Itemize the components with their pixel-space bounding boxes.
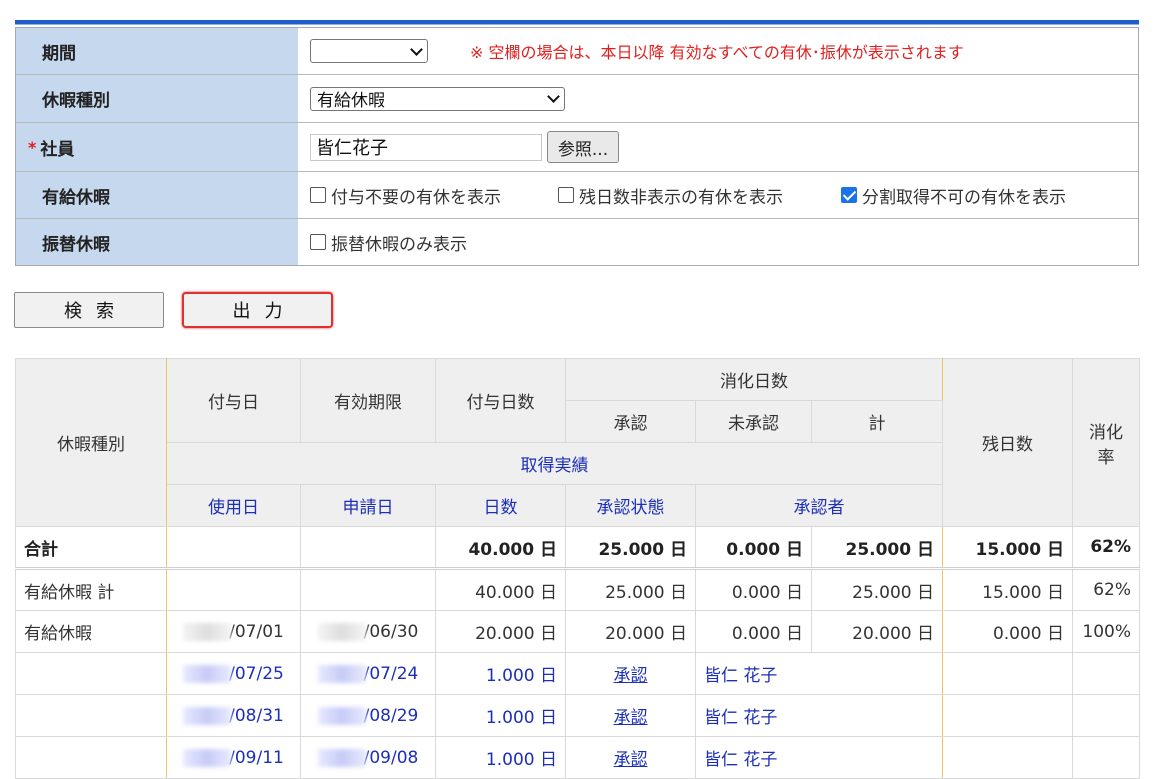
usage-row: /09/11 /09/08 1.000 日 承認 皆仁 花子 <box>15 736 1141 779</box>
substitute-only-checkbox[interactable]: 振替休暇のみ表示 <box>310 230 467 255</box>
checkbox-checked-icon[interactable] <box>841 187 857 203</box>
checkbox-icon[interactable] <box>310 187 326 203</box>
redacted-year <box>183 706 232 725</box>
redacted-year <box>183 664 232 683</box>
grant-row: 有給休暇 /07/01 /06/30 20.000 日 20.000 日 0.0… <box>15 610 1141 653</box>
usage-row: /08/31 /08/29 1.000 日 承認 皆仁 花子 <box>15 694 1141 737</box>
col-total: 計 <box>810 400 944 443</box>
period-row: 期間 ※ 空欄の場合は、本日以降 有効なすべての有休･振休が表示されます <box>16 28 1138 74</box>
required-mark: * <box>28 137 37 157</box>
leave-type-label: 休暇種別 <box>16 75 298 122</box>
substitute-leave-row: 振替休暇 振替休暇のみ表示 <box>16 218 1138 265</box>
search-form: 期間 ※ 空欄の場合は、本日以降 有効なすべての有休･振休が表示されます 休暇種… <box>15 27 1139 266</box>
usage-row: /07/25 /07/24 1.000 日 承認 皆仁 花子 <box>15 652 1141 695</box>
checkbox-icon[interactable] <box>310 234 326 250</box>
redacted-year <box>183 748 232 767</box>
result-table: 休暇種別 付与日 有効期限 付与日数 消化日数 残日数 消化率 承認 未承認 計… <box>15 358 1141 779</box>
show-hidden-remaining-checkbox[interactable]: 残日数非表示の有休を表示 <box>558 183 841 208</box>
paid-leave-row: 有給休暇 付与不要の有休を表示 残日数非表示の有休を表示 分割取得不可の有休を表… <box>16 171 1138 218</box>
paid-leave-sum-row: 有給休暇 計 40.000 日 25.000 日 0.000 日 25.000 … <box>15 568 1141 611</box>
total-row: 合計 40.000 日 25.000 日 0.000 日 25.000 日 15… <box>15 526 1141 570</box>
leave-type-select[interactable]: 有給休暇 <box>310 86 565 111</box>
redacted-year <box>317 748 366 767</box>
redacted-year <box>317 622 366 641</box>
redacted-year <box>317 706 366 725</box>
chevron-down-icon <box>547 90 560 103</box>
period-label: 期間 <box>16 28 298 74</box>
reference-button[interactable]: 参照... <box>547 131 619 163</box>
col-grant-days: 付与日数 <box>435 358 566 443</box>
col-approval-status: 承認状態 <box>565 484 696 527</box>
period-notice: ※ 空欄の場合は、本日以降 有効なすべての有休･振休が表示されます <box>470 43 964 62</box>
col-grant-date: 付与日 <box>166 358 301 443</box>
col-remaining: 残日数 <box>942 358 1074 527</box>
redacted-year <box>317 664 366 683</box>
col-unapproved: 未承認 <box>695 400 812 443</box>
search-button[interactable]: 検索 <box>14 292 164 328</box>
col-rate: 消化率 <box>1072 358 1141 527</box>
col-consumed: 消化日数 <box>564 358 944 401</box>
col-approver: 承認者 <box>694 484 944 527</box>
approval-status-link[interactable]: 承認 <box>614 708 648 728</box>
show-no-grant-checkbox[interactable]: 付与不要の有休を表示 <box>310 183 558 208</box>
redacted-year <box>183 622 232 641</box>
approval-status-link[interactable]: 承認 <box>614 750 648 770</box>
col-use-date: 使用日 <box>166 484 301 527</box>
col-usage-record: 取得実績 <box>165 442 944 485</box>
header-accent-bar <box>15 20 1139 25</box>
col-leave-type: 休暇種別 <box>15 358 167 527</box>
chevron-down-icon <box>410 42 423 56</box>
col-apply-date: 申請日 <box>300 484 436 527</box>
period-select[interactable] <box>310 39 428 63</box>
employee-label: * 社員 <box>16 123 298 171</box>
substitute-leave-label: 振替休暇 <box>16 219 298 265</box>
employee-input[interactable]: 皆仁花子 <box>310 133 542 161</box>
approval-status-link[interactable]: 承認 <box>614 666 648 686</box>
col-days: 日数 <box>435 484 566 527</box>
employee-row: * 社員 皆仁花子 参照... <box>16 122 1138 171</box>
show-non-splittable-checkbox[interactable]: 分割取得不可の有休を表示 <box>841 183 1066 208</box>
output-button[interactable]: 出力 <box>182 292 333 328</box>
leave-type-row: 休暇種別 有給休暇 <box>16 74 1138 122</box>
col-approved: 承認 <box>565 400 696 443</box>
paid-leave-label: 有給休暇 <box>16 172 298 218</box>
col-expiry: 有効期限 <box>300 358 436 443</box>
checkbox-icon[interactable] <box>558 187 574 203</box>
